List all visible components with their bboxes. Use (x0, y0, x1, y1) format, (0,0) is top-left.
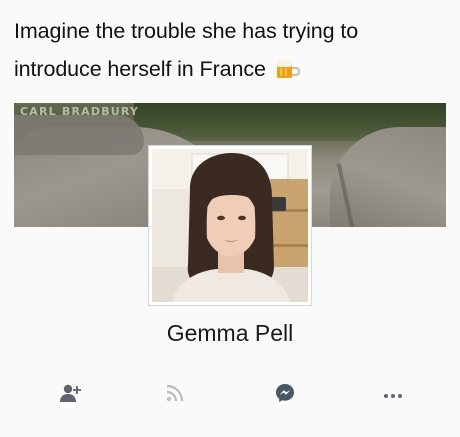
profile-name: Gemma Pell (166, 320, 294, 346)
more-button[interactable] (378, 380, 408, 410)
add-friend-icon (60, 383, 82, 408)
photo-watermark: CARL BRADBURY (20, 105, 140, 118)
meme-caption: Imagine the trouble she has trying to in… (14, 12, 450, 88)
add-friend-button[interactable] (56, 380, 86, 410)
more-icon (383, 386, 403, 404)
cover-rock-ledge (14, 115, 144, 155)
profile-action-bar (0, 380, 460, 410)
profile-picture[interactable] (149, 146, 311, 305)
beer-mug-icon (274, 53, 302, 78)
message-button[interactable] (270, 380, 300, 410)
follow-button[interactable] (160, 380, 190, 410)
follow-icon (166, 384, 184, 407)
messenger-icon (275, 383, 295, 408)
caption-text: Imagine the trouble she has trying to in… (14, 19, 359, 81)
